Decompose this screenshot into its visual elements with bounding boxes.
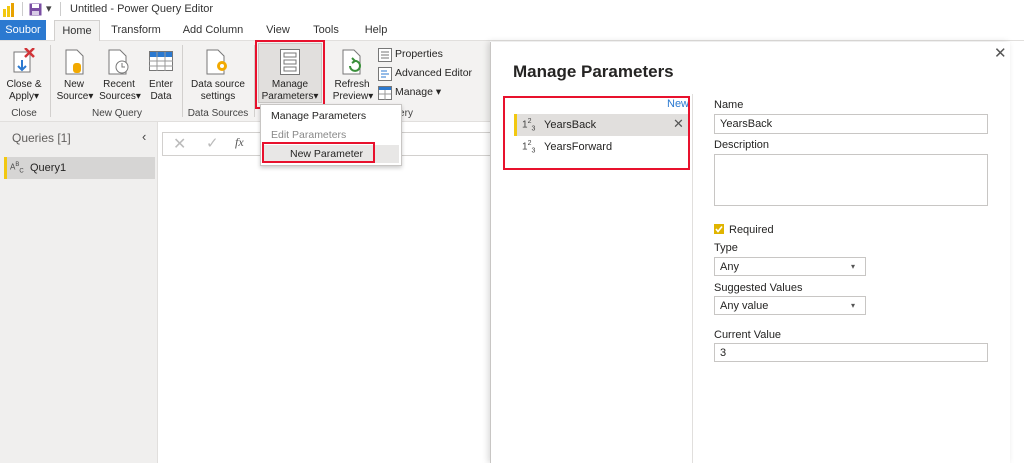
new-source-label-2: Source▾ [56,91,94,102]
query-item[interactable]: ABC Query1 [4,157,155,179]
manage-icon [378,86,392,100]
save-icon[interactable] [29,3,42,16]
cancel-formula-icon[interactable]: ✕ [173,134,186,154]
fx-icon[interactable]: fx [235,135,244,150]
enter-data-button[interactable]: Enter Data [144,43,178,105]
tab-add-column[interactable]: Add Column [176,20,250,40]
dialog-title: Manage Parameters [513,62,674,81]
refresh-preview-label-2-text: Preview [332,91,369,102]
highlight-parameter-list [503,96,690,170]
properties-button[interactable]: Properties [378,47,488,63]
ribbon: Close & Apply▾ Close New Source▾ Recent … [0,40,490,122]
collapse-pane-icon[interactable]: ‹ [142,129,146,144]
tab-view[interactable]: View [258,20,298,40]
enter-data-label-2: Data [150,91,172,102]
refresh-preview-label-1: Refresh [334,79,370,90]
close-apply-icon [13,48,35,73]
suggested-values-select[interactable]: Any value ▾ [714,296,866,315]
refresh-preview-label-2: Preview▾ [332,91,374,102]
close-icon[interactable]: ✕ [994,44,1007,62]
title-bar: ▾ Untitled - Power Query Editor [0,0,1024,20]
tab-soubor[interactable]: Soubor [0,20,46,40]
current-value-label: Current Value [714,329,782,341]
current-value-input[interactable]: 3 [714,343,988,362]
highlight-new-parameter [262,142,375,163]
recent-sources-label-1: Recent [103,79,135,90]
highlight-manage-parameters [255,40,325,109]
new-source-label-1: New [63,79,84,90]
type-label: Type [714,242,738,254]
recent-sources-icon [108,49,129,75]
recent-sources-label-2: Sources▾ [99,91,141,102]
close-apply-label-1: Close & [6,79,42,90]
refresh-icon [342,49,361,75]
advanced-editor-label: Advanced Editor [395,67,473,79]
properties-label: Properties [395,48,443,60]
manage-label: Manage ▾ [395,86,442,98]
chevron-down-icon: ▾ [851,301,856,310]
name-input[interactable]: YearsBack [714,114,988,134]
menu-item-manage-parameters[interactable]: Manage Parameters [271,110,366,122]
tab-help[interactable]: Help [356,20,396,40]
description-label: Description [714,139,770,151]
new-source-icon [65,49,84,75]
new-source-label-2-text: Source [56,91,89,102]
quick-access-dropdown-icon[interactable]: ▾ [46,2,52,15]
close-apply-label-2: Apply▾ [8,91,40,102]
advanced-editor-button[interactable]: Advanced Editor [378,66,488,82]
refresh-preview-button[interactable]: Refresh Preview▾ [330,43,374,105]
background-pane-edge [1009,42,1024,463]
advanced-editor-icon [378,67,392,81]
close-apply-label-2-text: Apply [8,91,34,102]
group-close-label: Close [11,108,37,119]
type-select[interactable]: Any ▾ [714,257,866,276]
description-textarea[interactable] [714,154,988,206]
tab-home[interactable]: Home [54,20,100,42]
chevron-down-icon: ▾ [851,262,856,271]
query-name: Query1 [30,162,67,174]
new-source-button[interactable]: New Source▾ [54,43,94,105]
required-checkbox[interactable] [714,224,724,234]
required-label: Required [729,224,774,236]
manage-label-text: Manage [395,86,433,98]
text-type-icon: ABC [10,162,24,175]
group-new-query-label: New Query [91,108,142,119]
power-bi-logo-icon [3,3,14,17]
queries-pane: Queries [1] ‹ ABC Query1 [0,122,158,463]
group-data-sources-label: Data Sources [187,108,249,119]
commit-formula-icon[interactable]: ✓ [206,134,219,152]
recent-sources-button[interactable]: Recent Sources▾ [96,43,142,105]
name-label: Name [714,99,744,111]
queries-header: Queries [1] [12,131,71,145]
menu-item-edit-parameters: Edit Parameters [271,129,347,141]
suggested-values-label: Suggested Values [714,282,803,294]
ribbon-separator [50,45,51,117]
recent-sources-label-2-text: Sources [99,91,136,102]
close-apply-button[interactable]: Close & Apply▾ [2,43,46,105]
type-select-value: Any [720,261,739,273]
ribbon-tabs: Soubor Home Transform Add Column View To… [0,20,1024,42]
window-title: Untitled - Power Query Editor [70,3,214,15]
checkmark-icon [715,226,723,233]
data-source-settings-icon [206,49,227,75]
tab-transform[interactable]: Transform [104,20,168,40]
enter-data-label-1: Enter [149,79,173,90]
properties-icon [378,48,392,62]
suggested-values-select-value: Any value [720,300,769,312]
data-source-settings-button[interactable]: Data source settings [186,43,250,105]
ribbon-separator [182,45,183,117]
tab-tools[interactable]: Tools [306,20,346,40]
table-icon [149,51,173,71]
data-source-settings-label-1: Data source [191,79,245,90]
manage-parameters-dialog: ✕ Manage Parameters New 123 YearsBack ✕ … [490,42,1010,463]
manage-button[interactable]: Manage ▾ [378,85,488,101]
data-source-settings-label-2: settings [200,91,236,102]
